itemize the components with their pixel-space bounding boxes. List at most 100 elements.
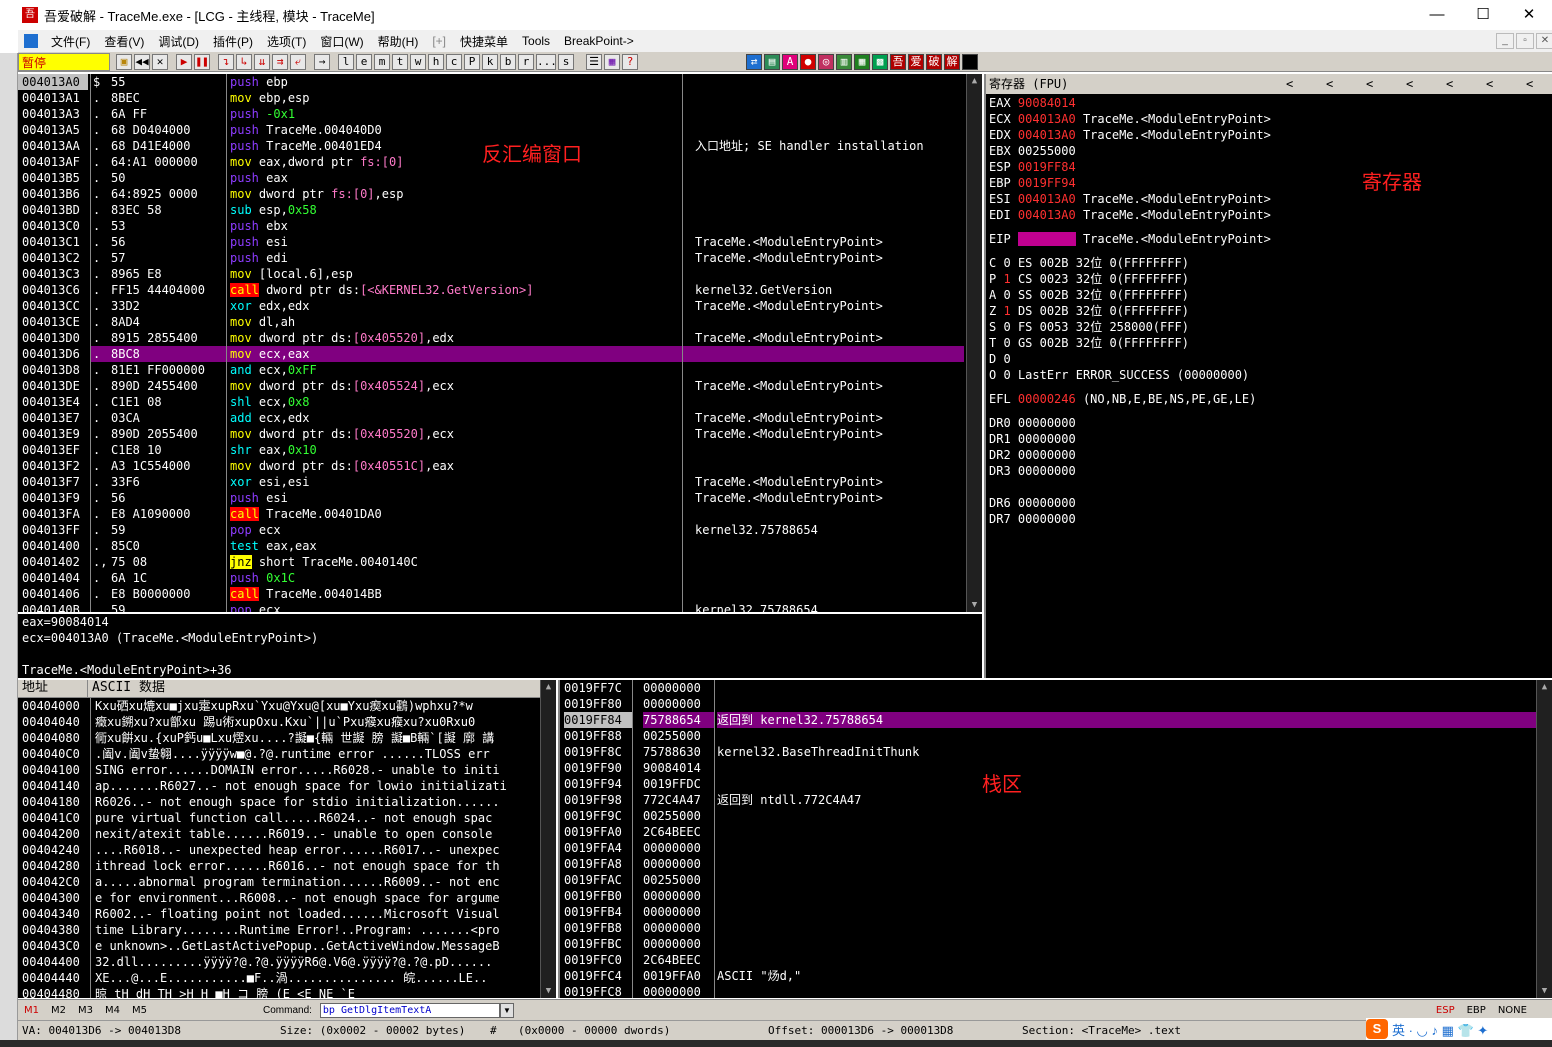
register-value[interactable]: 00000246 xyxy=(1018,392,1076,406)
stack-value[interactable]: 0019FFDC xyxy=(643,776,714,792)
disasm-instruction[interactable]: push TraceMe.004040D0 xyxy=(227,122,682,138)
run-icon[interactable]: ▶ xyxy=(176,53,192,70)
register-value[interactable]: 0019FF84 xyxy=(1018,160,1076,174)
disasm-instruction[interactable]: push edi xyxy=(227,250,682,266)
disasm-instruction[interactable]: xor esi,esi xyxy=(227,474,682,490)
disasm-bytes-row[interactable]: . E8 A1090000 xyxy=(91,506,226,522)
register-value[interactable]: 004013A0 xyxy=(1018,192,1076,206)
registers-header[interactable]: 寄存器 (FPU) < < < < < < < xyxy=(986,74,1552,94)
scroll-up-icon[interactable]: ▲ xyxy=(967,74,982,88)
dump-address[interactable]: 004042C0 xyxy=(22,874,90,890)
register-value[interactable]: 00000000 xyxy=(1018,496,1076,510)
debug-register-row[interactable]: DR2 00000000 xyxy=(989,447,1552,463)
trace-over-icon[interactable]: ⇉ xyxy=(272,53,288,70)
disasm-address[interactable]: 004013B6 xyxy=(18,186,88,202)
toolbar-windows-button[interactable]: w xyxy=(410,53,426,70)
chevron-down-icon[interactable]: ▼ xyxy=(499,1002,514,1018)
flag-value[interactable]: 0 xyxy=(1003,256,1010,270)
disasm-address[interactable]: 004013FA xyxy=(18,506,88,522)
register-value[interactable]: 004013A0 xyxy=(1018,128,1076,142)
disasm-bytes-row[interactable]: . 64:A1 000000 xyxy=(91,154,226,170)
dump-ascii[interactable]: e for environment...R6008..- not enough … xyxy=(95,890,540,906)
chevron-left-icon[interactable]: < xyxy=(1446,76,1453,92)
trace-into-icon[interactable]: ⇊ xyxy=(254,53,270,70)
dump-ascii[interactable]: 衕xu餠xu.{xuP鈣u■Lxu熤xu....?譺■{輛 世譺 膀 譺■B輛`… xyxy=(95,730,540,746)
debug-register-row[interactable]: DR6 00000000 xyxy=(989,495,1552,511)
disasm-address[interactable]: 004013BD xyxy=(18,202,88,218)
disasm-instruction[interactable]: test eax,eax xyxy=(227,538,682,554)
menu-help[interactable]: 帮助(H) xyxy=(371,33,426,50)
stack-value[interactable]: 0019FFA0 xyxy=(643,968,714,984)
disasm-instruction[interactable]: push ebp xyxy=(227,74,682,90)
brand-ai-button[interactable]: 爱 xyxy=(908,53,924,70)
register-row[interactable]: EAX 90084014 xyxy=(989,95,1552,111)
stack-address[interactable]: 0019FF80 xyxy=(564,696,632,712)
dump-ascii[interactable]: 癥xu鎙xu?xu鄫xu 踢u術xupOxu.Kxu`||u`Pxu瘊xu瘊xu… xyxy=(95,714,540,730)
register-row[interactable]: ESP 0019FF84 xyxy=(989,159,1552,175)
toolbar-source-button[interactable]: s xyxy=(558,53,574,70)
maximize-button[interactable]: ☐ xyxy=(1460,0,1506,30)
register-value[interactable]: 00000000 xyxy=(1018,416,1076,430)
dump-ascii[interactable]: Kxu硒xu熝xu■jxu疐xupRxu`Yxu@Yxu@[xu■Yxu瘈xu鸖… xyxy=(95,698,540,714)
dump-ascii[interactable]: R6002..- floating point not loaded......… xyxy=(95,906,540,922)
disasm-bytes-row[interactable]: . E8 B0000000 xyxy=(91,586,226,602)
close-process-icon[interactable]: ✕ xyxy=(152,53,168,70)
rewind-icon[interactable]: ◀◀ xyxy=(134,53,150,70)
disasm-instruction[interactable]: mov dword ptr ds:[0x40551C],eax xyxy=(227,458,682,474)
dump-address[interactable]: 00404200 xyxy=(22,826,90,842)
disasm-instruction[interactable]: shr eax,0x10 xyxy=(227,442,682,458)
chevron-left-icon[interactable]: < xyxy=(1326,76,1333,92)
disasm-address[interactable]: 004013C6 xyxy=(18,282,88,298)
dump-ascii[interactable]: e unknown>..GetLastActivePopup..GetActiv… xyxy=(95,938,540,954)
dump-address[interactable]: 00404080 xyxy=(22,730,90,746)
mark-m3[interactable]: M3 xyxy=(72,1005,99,1016)
dump-address[interactable]: 00404400 xyxy=(22,954,90,970)
register-row[interactable]: ESI 004013A0 TraceMe.<ModuleEntryPoint> xyxy=(989,191,1552,207)
dump-address[interactable]: 00404280 xyxy=(22,858,90,874)
stack-address[interactable]: 0019FF84 xyxy=(564,712,632,728)
step-into-icon[interactable]: ↴ xyxy=(218,53,234,70)
disasm-instruction[interactable]: pop ecx xyxy=(227,602,682,612)
step-over-icon[interactable]: ↳ xyxy=(236,53,252,70)
flag-row[interactable]: T 0 GS 002B 32位 0(FFFFFFFF) xyxy=(989,335,1552,351)
dump-ascii[interactable]: ....R6018..- unexpected heap error......… xyxy=(95,842,540,858)
register-value[interactable]: 00000000 xyxy=(1018,512,1076,526)
stack-value[interactable]: 00000000 xyxy=(643,696,714,712)
disasm-instruction[interactable]: call dword ptr ds:[<&KERNEL32.GetVersion… xyxy=(227,282,682,298)
disasm-bytes-row[interactable]: . 890D 2055400 xyxy=(91,426,226,442)
flag-row[interactable]: D 0 xyxy=(989,351,1552,367)
menu-plugins[interactable]: 插件(P) xyxy=(206,33,260,50)
execute-till-return-icon[interactable]: ⤶ xyxy=(290,53,306,70)
register-efl[interactable]: EFL 00000246 (NO,NB,E,BE,NS,PE,GE,LE) xyxy=(989,391,1552,407)
flag-row[interactable]: A 0 SS 002B 32位 0(FFFFFFFF) xyxy=(989,287,1552,303)
stack-address[interactable]: 0019FFB0 xyxy=(564,888,632,904)
mark-m4[interactable]: M4 xyxy=(99,1005,126,1016)
disasm-address[interactable]: 004013F7 xyxy=(18,474,88,490)
sogou-logo-icon[interactable]: S xyxy=(1366,1019,1388,1039)
disasm-address[interactable]: 004013D0 xyxy=(18,330,88,346)
dump-header-address[interactable]: 地址 xyxy=(18,680,88,697)
dump-pane[interactable]: 地址 ASCII 数据 00404000 00404040 00404080 0040… xyxy=(18,680,556,998)
toolbar-memory-button[interactable]: m xyxy=(374,53,390,70)
stack-value[interactable]: 00000000 xyxy=(643,936,714,952)
system-menu-icon[interactable] xyxy=(24,34,38,48)
disasm-instruction[interactable]: push eax xyxy=(227,170,682,186)
disasm-address[interactable]: 004013C2 xyxy=(18,250,88,266)
stack-address[interactable]: 0019FF98 xyxy=(564,792,632,808)
disasm-address[interactable]: 00401404 xyxy=(18,570,88,586)
register-value[interactable]: 00255000 xyxy=(1018,144,1076,158)
disasm-address[interactable]: 004013D6 xyxy=(18,346,88,362)
black-square-icon[interactable] xyxy=(962,53,978,70)
register-value[interactable]: 004013A0 xyxy=(1017,232,1076,246)
disasm-bytes-row[interactable]: . C1E1 08 xyxy=(91,394,226,410)
stack-address[interactable]: 0019FFC8 xyxy=(564,984,632,998)
toolbar-log-button[interactable]: l xyxy=(338,53,354,70)
disasm-instruction[interactable]: mov dword ptr ds:[0x405524],ecx xyxy=(227,378,682,394)
dump-address[interactable]: 00404340 xyxy=(22,906,90,922)
stack-address[interactable]: 0019FFB8 xyxy=(564,920,632,936)
toolbar-runtrace-button[interactable]: ... xyxy=(536,53,557,70)
disasm-address[interactable]: 0040140B xyxy=(18,602,88,612)
mark-m5[interactable]: M5 xyxy=(126,1005,153,1016)
dump-address[interactable]: 00404100 xyxy=(22,762,90,778)
register-value[interactable]: 00000000 xyxy=(1018,432,1076,446)
